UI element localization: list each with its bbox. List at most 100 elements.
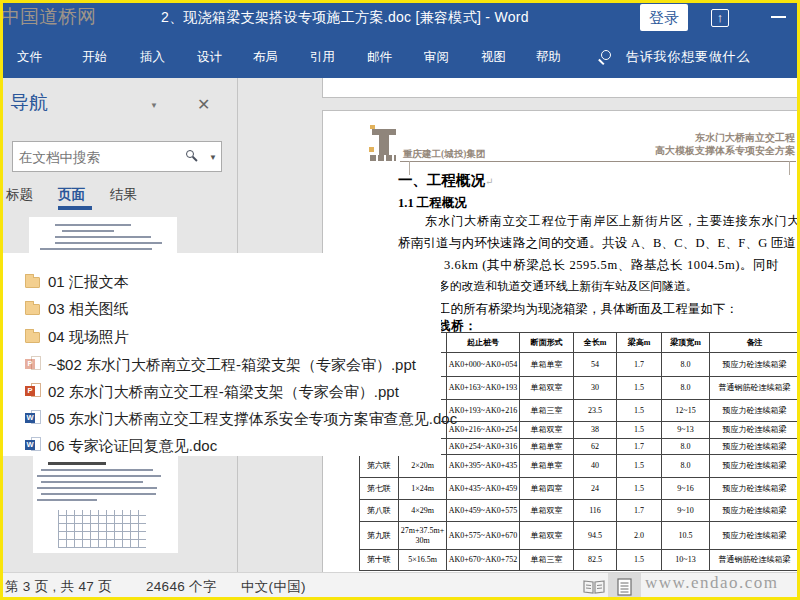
status-language[interactable]: 中文(中国) xyxy=(241,578,306,596)
table-cell: 单箱单室 xyxy=(520,353,574,377)
table-row: 第十联5×16.5mAK0+670~AK0+752单箱三室82.51.510~1… xyxy=(360,550,799,571)
table-cell: 10.5 xyxy=(662,522,710,550)
table-cell: AK0+575~AK0+670 xyxy=(447,522,520,550)
table-cell: 单箱四室 xyxy=(520,478,574,500)
doc-heading-1: 一、工程概况↵ xyxy=(398,171,493,190)
nav-tab-results[interactable]: 结果 xyxy=(110,186,137,204)
ribbon-tab-layout[interactable]: 布局 xyxy=(253,36,278,78)
ribbon-tab-design[interactable]: 设计 xyxy=(197,36,222,78)
minimize-icon[interactable] xyxy=(771,16,786,18)
word-file-icon: W xyxy=(25,410,42,427)
table-cell: 单箱双室 xyxy=(520,422,574,439)
file-name: 03 相关图纸 xyxy=(48,300,129,319)
table-cell: 38 xyxy=(574,422,617,439)
page-thumbnail-3[interactable] xyxy=(33,456,178,553)
table-cell: 10~13 xyxy=(662,550,710,571)
table-cell: 单箱双室 xyxy=(520,500,574,522)
table-cell: 预应力砼连续箱梁 xyxy=(710,522,799,550)
status-word-count[interactable]: 24646 个字 xyxy=(146,578,217,596)
table-cell: 1.5 xyxy=(617,455,662,478)
table-cell: 第八联 xyxy=(360,500,399,522)
ribbon-tab-view[interactable]: 视图 xyxy=(481,36,506,78)
table-cell: 40 xyxy=(574,455,617,478)
page-thumbnail-partial[interactable] xyxy=(29,217,177,254)
nav-search-input[interactable]: 在文档中搜索 ▼ xyxy=(12,141,222,172)
table-cell: 1.5 xyxy=(617,400,662,422)
magnifier-icon[interactable] xyxy=(185,150,199,164)
ppt-file-icon: P xyxy=(25,383,42,400)
ribbon-tab-file[interactable]: 文件 xyxy=(17,36,42,78)
ribbon-tab-mailings[interactable]: 邮件 xyxy=(367,36,392,78)
table-cell: 单箱三室 xyxy=(520,400,574,422)
file-name: ~$02 东水门大桥南立交工程-箱梁支架（专家会审）.ppt xyxy=(48,356,416,375)
nav-pane-dropdown-icon[interactable]: ▼ xyxy=(150,101,158,110)
nav-tab-headings[interactable]: 标题 xyxy=(6,186,33,204)
table-cell: 8.0 xyxy=(662,455,710,478)
doc-body-line: 3.6km (其中桥梁总长 2595.5m、路基总长 1004.5m)。同时 xyxy=(444,257,779,274)
table-cell: 预应力砼连续箱梁 xyxy=(710,353,799,377)
table-cell: 82.5 xyxy=(574,550,617,571)
table-cell: 断面形式 xyxy=(520,333,574,353)
login-button[interactable]: 登录 xyxy=(640,4,688,31)
table-cell: 1.5 xyxy=(617,377,662,400)
table-cell: 1.5 xyxy=(617,422,662,439)
table-cell: 2×20m xyxy=(399,455,447,478)
file-name: 02 东水门大桥南立交工程-箱梁支架（专家会审）.ppt xyxy=(48,383,399,402)
tell-me-box[interactable]: 告诉我你想要做什么 xyxy=(626,36,750,78)
site-watermark-bottom: www.endao.com xyxy=(645,573,779,593)
ribbon-tab-insert[interactable]: 插入 xyxy=(140,36,165,78)
table-cell: 梁高m xyxy=(617,333,662,353)
thumbnail-scaffold-diagram xyxy=(58,510,146,548)
table-cell: AK0+000~AK0+054 xyxy=(447,353,520,377)
table-cell: 梁顶宽m xyxy=(662,333,710,353)
table-cell: 第九联 xyxy=(360,522,399,550)
table-cell: 27m+37.5m+30m xyxy=(399,522,447,550)
table-cell: 预应力砼连续箱梁 xyxy=(710,455,799,478)
print-layout-icon[interactable] xyxy=(608,573,641,600)
doc-header-project-line1: 东水门大桥南立交工程 xyxy=(655,131,795,144)
file-list-popup: 01 汇报文本03 相关图纸04 现场照片P~$02 东水门大桥南立交工程-箱梁… xyxy=(3,253,441,456)
table-row: 第九联27m+37.5m+30mAK0+575~AK0+670单箱双室94.52… xyxy=(360,522,799,550)
table-cell: AK0+193~AK0+216 xyxy=(447,400,520,422)
doc-body-line: 多的改造和轨道交通环线上新街车站及区间隧道。 xyxy=(438,279,698,295)
table-cell: 普通钢筋砼连续箱梁 xyxy=(710,377,799,400)
ribbon-tab-references[interactable]: 引用 xyxy=(310,36,335,78)
table-cell: 单箱单室 xyxy=(520,455,574,478)
ribbon-tab-home[interactable]: 开始 xyxy=(82,36,107,78)
table-cell: AK0+254~AK0+316 xyxy=(447,439,520,455)
file-name: 05 东水门大桥南立交工程支撑体系安全专项方案审查意见.doc xyxy=(48,410,457,429)
table-cell: 8.0 xyxy=(662,439,710,455)
ribbon-tab-help[interactable]: 帮助 xyxy=(536,36,561,78)
doc-body-line: 工的所有桥梁均为现浇箱梁，具体断面及工程量如下： xyxy=(438,301,738,318)
status-page-number[interactable]: 第 3 页 , 共 47 页 xyxy=(5,578,112,596)
ribbon-display-options-icon[interactable]: ↑ xyxy=(711,9,729,27)
table-cell: 8.0 xyxy=(662,377,710,400)
folder-icon xyxy=(25,328,42,345)
nav-search-placeholder: 在文档中搜索 xyxy=(19,149,100,167)
nav-tab-active-underline xyxy=(58,206,92,210)
table-cell: 1.7 xyxy=(617,500,662,522)
table-cell: 备注 xyxy=(710,333,799,353)
table-cell: 4×29m xyxy=(399,500,447,522)
table-cell: AK0+435~AK0+459 xyxy=(447,478,520,500)
table-cell: AK0+670~AK0+752 xyxy=(447,550,520,571)
table-row: 第七联1×24mAK0+435~AK0+459单箱四室241.59~16预应力砼… xyxy=(360,478,799,500)
nav-pane-close-icon[interactable]: ✕ xyxy=(197,95,210,114)
read-mode-icon[interactable] xyxy=(582,579,606,595)
table-cell: 1.7 xyxy=(617,439,662,455)
table-cell: 116 xyxy=(574,500,617,522)
table-cell: 1.5 xyxy=(617,550,662,571)
search-dropdown-icon[interactable]: ▼ xyxy=(209,153,217,162)
window-title: 2、现浇箱梁支架搭设专项施工方案.doc [兼容模式] - Word xyxy=(135,9,555,27)
table-cell: 24 xyxy=(574,478,617,500)
table-cell: 9~10 xyxy=(662,500,710,522)
search-icon[interactable] xyxy=(598,50,612,64)
doc-header-rule xyxy=(400,161,796,162)
table-cell: AK0+216~AK0+254 xyxy=(447,422,520,439)
table-cell: AK0+395~AK0+435 xyxy=(447,455,520,478)
nav-tab-pages[interactable]: 页面 xyxy=(58,186,85,204)
table-cell: 全长m xyxy=(574,333,617,353)
table-cell: 1.5 xyxy=(617,478,662,500)
ppt-temp-file-icon: P xyxy=(25,356,42,373)
ribbon-tab-review[interactable]: 审阅 xyxy=(424,36,449,78)
